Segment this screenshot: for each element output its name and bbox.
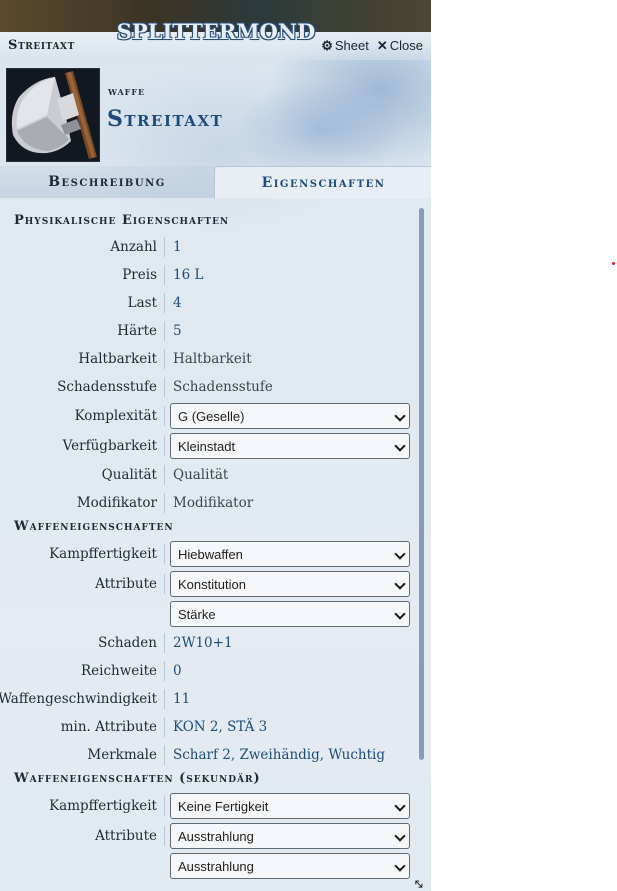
chevron-down-icon xyxy=(394,578,406,590)
row-merkmale: Merkmale Scharf 2, Zweihändig, Wuchtig xyxy=(0,741,420,769)
row-modifikator: Modifikator Modifikator xyxy=(0,489,420,517)
row-attribute-secondary2: Ausstrahlung xyxy=(0,852,420,880)
label-anzahl: Anzahl xyxy=(110,239,157,255)
sheet-label: Sheet xyxy=(334,38,369,53)
value-last[interactable]: 4 xyxy=(173,295,182,311)
label-reichweite: Reichweite xyxy=(80,663,157,679)
label-haltbarkeit: Haltbarkeit xyxy=(78,351,157,367)
label-komplexitaet: Komplexität xyxy=(74,408,157,424)
kampffertigkeit-secondary-select[interactable]: Keine Fertigkeit xyxy=(170,793,410,819)
row-anzahl: Anzahl 1 xyxy=(0,233,420,261)
row-haltbarkeit: Haltbarkeit Haltbarkeit xyxy=(0,345,420,373)
value-min-attribute[interactable]: KON 2, STÄ 3 xyxy=(173,719,267,735)
label-kampffertigkeit-secondary: Kampffertigkeit xyxy=(49,798,157,814)
label-haerte: Härte xyxy=(117,323,157,339)
attribute2-select[interactable]: Stärke xyxy=(170,601,410,627)
item-type: waffe xyxy=(108,84,146,98)
value-haerte[interactable]: 5 xyxy=(173,323,182,339)
value-qualitaet[interactable]: Qualität xyxy=(173,467,228,483)
attribute1-select[interactable]: Konstitution xyxy=(170,571,410,597)
value-anzahl[interactable]: 1 xyxy=(173,239,182,255)
close-button[interactable]: ✕ Close xyxy=(377,38,423,54)
row-kampffertigkeit: Kampffertigkeit Hiebwaffen xyxy=(0,540,420,568)
label-kampffertigkeit: Kampffertigkeit xyxy=(49,546,157,562)
section-weapon: Waffeneigenschaften xyxy=(14,519,174,534)
chevron-down-icon xyxy=(394,800,406,812)
kampffertigkeit-selected: Hiebwaffen xyxy=(178,546,243,562)
row-waffengeschwindigkeit: Waffengeschwindigkeit 11 xyxy=(0,685,420,713)
row-komplexitaet: Komplexität G (Geselle) xyxy=(0,402,420,430)
row-schadensstufe: Schadensstufe Schadensstufe xyxy=(0,373,420,401)
chevron-down-icon xyxy=(394,548,406,560)
row-attribute-secondary: Attribute Ausstrahlung xyxy=(0,822,420,850)
attribute-secondary1-selected: Ausstrahlung xyxy=(178,828,254,844)
label-waffengeschwindigkeit: Waffengeschwindigkeit xyxy=(0,691,157,707)
item-name[interactable]: Streitaxt xyxy=(107,106,223,132)
sheet-button[interactable]: ⚙ Sheet xyxy=(321,38,369,54)
row-min-attribute: min. Attribute KON 2, STÄ 3 xyxy=(0,713,420,741)
row-verfuegbarkeit: Verfügbarkeit Kleinstadt xyxy=(0,432,420,460)
value-preis[interactable]: 16 L xyxy=(173,267,203,283)
row-qualitaet: Qualität Qualität xyxy=(0,461,420,489)
chevron-down-icon xyxy=(394,410,406,422)
value-merkmale[interactable]: Scharf 2, Zweihändig, Wuchtig xyxy=(173,747,385,763)
row-attribute2: Stärke xyxy=(0,600,420,628)
label-min-attribute: min. Attribute xyxy=(60,719,157,735)
gear-icon: ⚙ xyxy=(321,38,333,53)
label-modifikator: Modifikator xyxy=(76,495,157,511)
row-schaden: Schaden 2W10+1 xyxy=(0,629,420,657)
chevron-down-icon xyxy=(394,440,406,452)
section-physical: Physikalische Eigenschaften xyxy=(14,213,230,228)
value-haltbarkeit[interactable]: Haltbarkeit xyxy=(173,351,252,367)
close-label: Close xyxy=(389,38,423,53)
close-icon: ✕ xyxy=(376,38,388,53)
section-weapon-secondary: Waffeneigenschaften (sekundär) xyxy=(14,771,261,786)
row-attribute: Attribute Konstitution xyxy=(0,570,420,598)
value-schadensstufe[interactable]: Schadensstufe xyxy=(173,379,273,395)
label-verfuegbarkeit: Verfügbarkeit xyxy=(62,438,157,454)
splittermond-logo: SPLITTERMOND xyxy=(116,18,316,44)
value-schaden[interactable]: 2W10+1 xyxy=(173,635,233,651)
attribute-secondary2-select[interactable]: Ausstrahlung xyxy=(170,853,410,879)
tab-beschreibung[interactable]: Beschreibung xyxy=(0,166,214,198)
row-kampffertigkeit-secondary: Kampffertigkeit Keine Fertigkeit xyxy=(0,792,420,820)
row-last: Last 4 xyxy=(0,289,420,317)
value-reichweite[interactable]: 0 xyxy=(173,663,182,679)
row-reichweite: Reichweite 0 xyxy=(0,657,420,685)
komplexitaet-select[interactable]: G (Geselle) xyxy=(170,403,410,429)
verfuegbarkeit-select[interactable]: Kleinstadt xyxy=(170,433,410,459)
label-preis: Preis xyxy=(122,267,157,283)
header-actions: ⚙ Sheet ✕ Close xyxy=(321,38,423,54)
kampffertigkeit-select[interactable]: Hiebwaffen xyxy=(170,541,410,567)
attribute-secondary1-select[interactable]: Ausstrahlung xyxy=(170,823,410,849)
tab-bar: Beschreibung Eigenschaften xyxy=(0,166,431,199)
item-sheet-window: SPLITTERMOND Streitaxt ⚙ Sheet ✕ Close waf… xyxy=(0,0,431,891)
komplexitaet-selected: G (Geselle) xyxy=(178,408,245,424)
label-last: Last xyxy=(127,295,157,311)
attribute1-selected: Konstitution xyxy=(178,576,246,592)
attribute-secondary2-selected: Ausstrahlung xyxy=(178,858,254,874)
battle-axe-icon xyxy=(7,69,99,161)
attribute2-selected: Stärke xyxy=(178,606,216,622)
row-haerte: Härte 5 xyxy=(0,317,420,345)
label-attribute-secondary: Attribute xyxy=(95,828,157,844)
value-waffengeschwindigkeit[interactable]: 11 xyxy=(173,691,190,707)
chevron-down-icon xyxy=(394,860,406,872)
label-merkmale: Merkmale xyxy=(87,747,157,763)
item-image[interactable] xyxy=(6,68,100,162)
window-title: Streitaxt xyxy=(8,38,75,53)
label-qualitaet: Qualität xyxy=(101,467,157,483)
red-dot xyxy=(612,262,615,265)
label-schadensstufe: Schadensstufe xyxy=(57,379,157,395)
chevron-down-icon xyxy=(394,830,406,842)
kampffertigkeit-secondary-selected: Keine Fertigkeit xyxy=(178,798,269,814)
label-schaden: Schaden xyxy=(98,635,157,651)
tab-eigenschaften[interactable]: Eigenschaften xyxy=(214,166,431,199)
verfuegbarkeit-selected: Kleinstadt xyxy=(178,438,236,454)
label-attribute: Attribute xyxy=(95,576,157,592)
chevron-down-icon xyxy=(394,608,406,620)
row-preis: Preis 16 L xyxy=(0,261,420,289)
value-modifikator[interactable]: Modifikator xyxy=(173,495,253,511)
